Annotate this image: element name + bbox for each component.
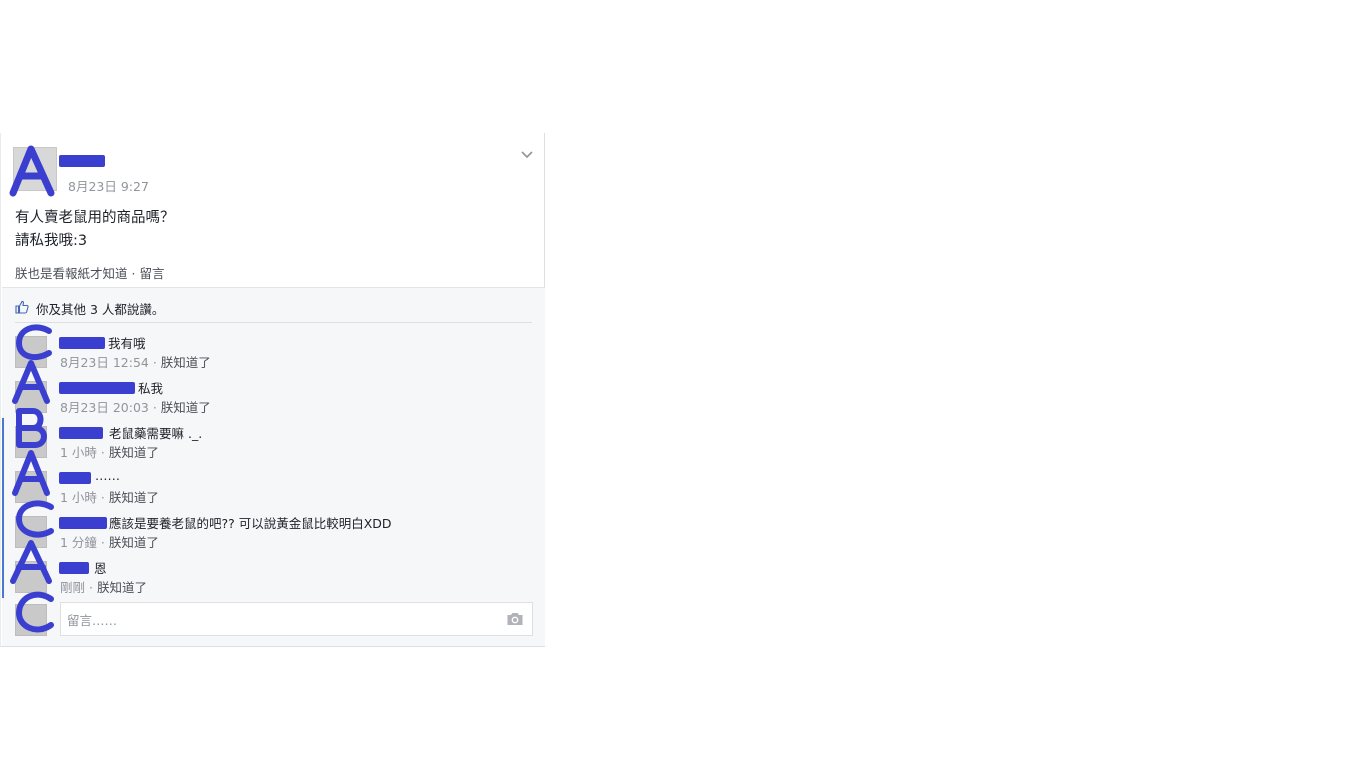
commenter-name-redacted[interactable] (59, 337, 105, 349)
comment-item: 老鼠藥需要嘛 ._. 1 小時 · 朕知道了 (15, 423, 535, 467)
chevron-down-icon[interactable] (519, 149, 535, 161)
comment-like-link[interactable]: 朕知道了 (161, 400, 211, 415)
comment-time[interactable]: 1 小時 (60, 445, 97, 460)
comment-meta: 剛剛 · 朕知道了 (60, 580, 147, 595)
separator: · (127, 266, 140, 281)
comment-time[interactable]: 8月23日 12:54 (60, 355, 149, 370)
comment-text: 老鼠藥需要嘛 ._. (109, 426, 203, 441)
comment-text: 我有哦 (108, 336, 146, 351)
comment-text: 私我 (138, 381, 164, 396)
annotation-letter-a (10, 540, 52, 584)
likes-text: 你及其他 3 人都說讚。 (36, 302, 165, 317)
comment-item: 私我 8月23日 20:03 · 朕知道了 (15, 378, 535, 422)
comment-item: …… 1 小時 · 朕知道了 (15, 468, 535, 512)
reply-composer (15, 602, 533, 638)
reply-box[interactable] (60, 602, 533, 636)
comment-time[interactable]: 1 小時 (60, 490, 97, 505)
comment-text: …… (95, 468, 120, 483)
camera-icon[interactable] (506, 611, 524, 627)
comment-like-link[interactable]: 朕知道了 (109, 535, 159, 550)
comment-input[interactable] (65, 609, 499, 631)
comment-text: 應該是要養老鼠的吧?? 可以說黃金鼠比較明白XDD (109, 516, 392, 531)
unread-indicator (2, 418, 4, 598)
comment-link[interactable]: 留言 (139, 266, 164, 281)
comment-like-link[interactable]: 朕知道了 (161, 355, 211, 370)
post-card: 8月23日 9:27 有人賣老鼠用的商品嗎？ 請私我哦:3 朕也是看報紙才知道 … (0, 133, 545, 647)
annotation-letter-a (12, 450, 50, 496)
comment-time[interactable]: 1 分鐘 (60, 535, 97, 550)
comment-item: 我有哦 8月23日 12:54 · 朕知道了 (15, 333, 535, 377)
comment-time[interactable]: 8月23日 20:03 (60, 400, 149, 415)
annotation-letter-c (16, 591, 54, 633)
annotation-letter-c (16, 500, 54, 538)
post-body: 有人賣老鼠用的商品嗎？ 請私我哦:3 (15, 207, 175, 253)
comment-item: 恩 剛剛 · 朕知道了 (15, 558, 535, 602)
comment-like-link[interactable]: 朕知道了 (109, 490, 159, 505)
annotation-letter-a (9, 145, 55, 197)
like-link[interactable]: 朕也是看報紙才知道 (15, 266, 128, 281)
annotation-letters (10, 324, 54, 633)
post-text-line-1: 有人賣老鼠用的商品嗎？ (15, 210, 175, 226)
post-action-bar: 朕也是看報紙才知道 · 留言 (15, 263, 164, 282)
comment-meta: 8月23日 20:03 · 朕知道了 (60, 400, 211, 415)
comment-meta: 1 小時 · 朕知道了 (60, 490, 159, 505)
post-timestamp[interactable]: 8月23日 9:27 (68, 176, 149, 195)
post-header: 8月23日 9:27 (1, 133, 545, 197)
commenter-name-redacted[interactable] (59, 517, 107, 529)
comment-text: 恩 (94, 561, 107, 576)
thumbs-up-icon (15, 300, 29, 314)
comment-meta: 1 小時 · 朕知道了 (60, 445, 159, 460)
commenter-name-redacted[interactable] (59, 427, 103, 439)
post-text-line-2: 請私我哦:3 (15, 233, 88, 249)
comment-meta: 8月23日 12:54 · 朕知道了 (60, 355, 211, 370)
comment-like-link[interactable]: 朕知道了 (97, 580, 147, 595)
comment-meta: 1 分鐘 · 朕知道了 (60, 535, 159, 550)
annotation-letter-a (12, 360, 50, 404)
likes-summary[interactable]: 你及其他 3 人都說讚。 (15, 298, 532, 323)
feedback-section: 你及其他 3 人都說讚。 我有哦 8月23日 12:54 · 朕知道了 私我 8… (2, 287, 545, 646)
annotation-letter-b (16, 408, 47, 448)
author-name-redacted[interactable] (59, 155, 105, 167)
comment-like-link[interactable]: 朕知道了 (109, 445, 159, 460)
commenter-name-redacted[interactable] (59, 382, 135, 394)
annotation-letter-c (16, 324, 52, 361)
comment-item: 應該是要養老鼠的吧?? 可以說黃金鼠比較明白XDD 1 分鐘 · 朕知道了 (15, 513, 535, 557)
